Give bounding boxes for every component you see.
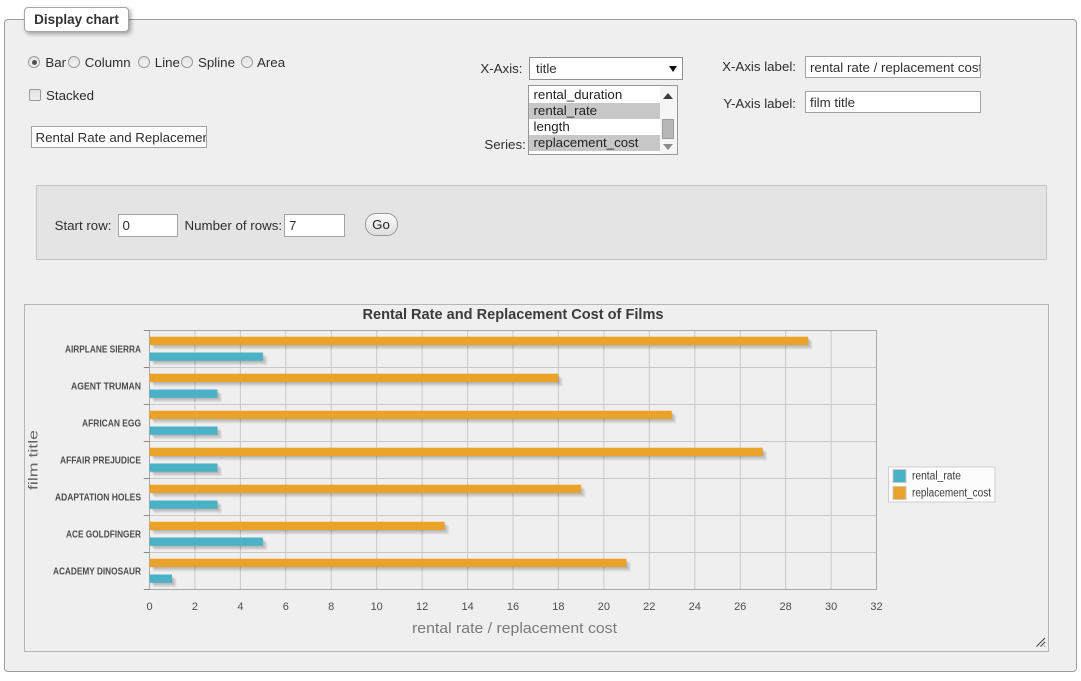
svg-text:AFRICAN EGG: AFRICAN EGG bbox=[82, 419, 141, 430]
svg-text:4: 4 bbox=[237, 601, 243, 613]
svg-text:rental rate / replacement cost: rental rate / replacement cost bbox=[412, 621, 617, 637]
svg-text:22: 22 bbox=[643, 601, 655, 613]
svg-text:AGENT TRUMAN: AGENT TRUMAN bbox=[71, 382, 141, 393]
svg-text:8: 8 bbox=[328, 601, 334, 613]
svg-text:14: 14 bbox=[461, 601, 473, 613]
svg-text:32: 32 bbox=[870, 601, 882, 613]
svg-text:30: 30 bbox=[825, 601, 837, 613]
svg-text:26: 26 bbox=[734, 601, 746, 613]
svg-text:12: 12 bbox=[416, 601, 428, 613]
svg-text:AFFAIR PREJUDICE: AFFAIR PREJUDICE bbox=[60, 456, 141, 467]
svg-text:0: 0 bbox=[146, 601, 152, 613]
svg-text:16: 16 bbox=[507, 601, 519, 613]
svg-text:rental_rate: rental_rate bbox=[912, 471, 961, 483]
svg-text:Rental Rate and Replacement Co: Rental Rate and Replacement Cost of Film… bbox=[363, 306, 664, 323]
svg-text:ACE GOLDFINGER: ACE GOLDFINGER bbox=[66, 530, 142, 541]
svg-text:20: 20 bbox=[598, 601, 610, 613]
svg-text:18: 18 bbox=[552, 601, 564, 613]
svg-text:28: 28 bbox=[779, 601, 791, 613]
svg-text:AIRPLANE SIERRA: AIRPLANE SIERRA bbox=[65, 345, 141, 356]
svg-text:ACADEMY DINOSAUR: ACADEMY DINOSAUR bbox=[53, 567, 142, 578]
svg-text:2: 2 bbox=[192, 601, 198, 613]
svg-text:film title: film title bbox=[26, 430, 41, 490]
svg-text:10: 10 bbox=[371, 601, 383, 613]
svg-text:6: 6 bbox=[283, 601, 289, 613]
svg-text:24: 24 bbox=[689, 601, 701, 613]
svg-text:replacement_cost: replacement_cost bbox=[912, 488, 992, 500]
svg-text:ADAPTATION HOLES: ADAPTATION HOLES bbox=[55, 493, 141, 504]
